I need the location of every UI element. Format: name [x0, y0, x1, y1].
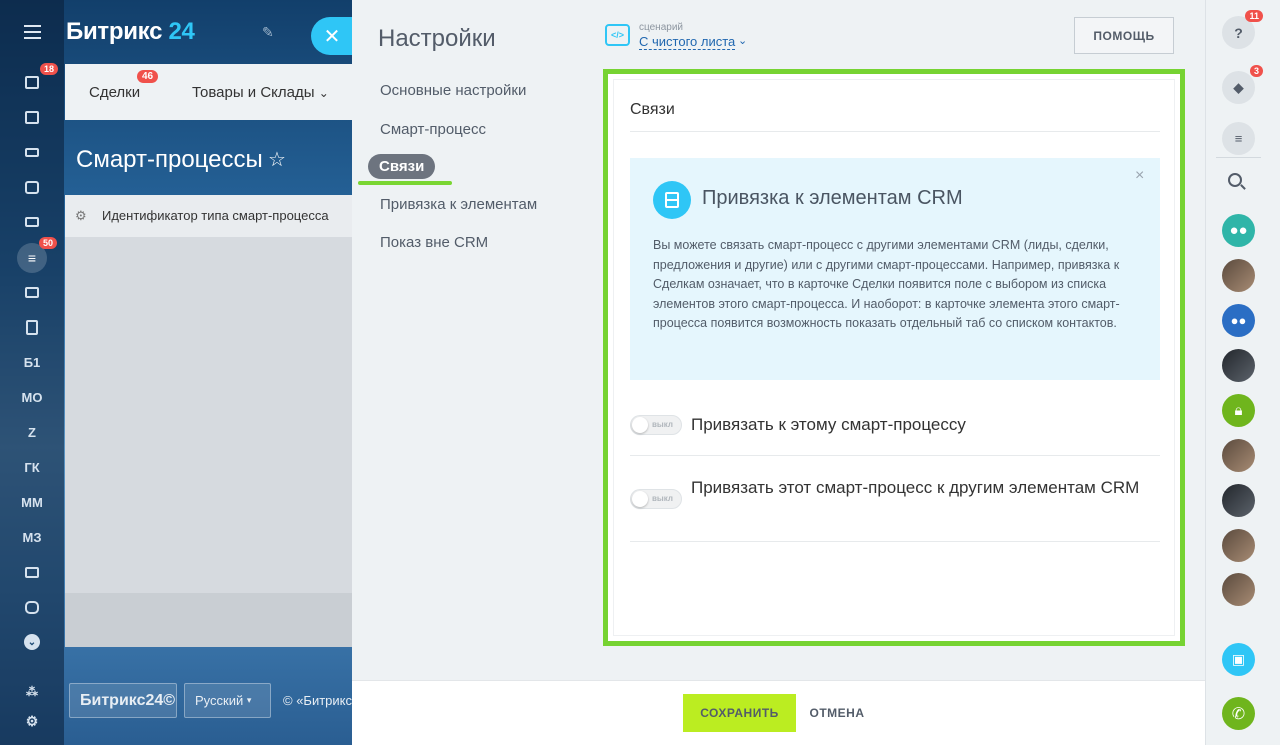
phone-transfer-icon[interactable]: ▣ — [1222, 643, 1255, 676]
group-chat-icon[interactable]: ●● — [1222, 214, 1255, 247]
help-button[interactable]: ПОМОЩЬ — [1074, 17, 1174, 54]
info-text: Вы можете связать смарт-процесс с другим… — [653, 238, 1120, 330]
rail-item-mm[interactable]: ММ — [16, 489, 48, 515]
chevron-down-icon: ⌄ — [738, 35, 748, 47]
favorite-star-icon[interactable]: ☆ — [268, 147, 286, 172]
footer-copyright: © «Битрикс» — [283, 693, 360, 708]
left-menu-rail: 18 ≡ 50 Б1 МО Z ГК ММ МЗ ⌄ ⁂ ⚙ — [0, 0, 64, 745]
grid-footer — [65, 593, 353, 647]
avatar[interactable] — [1222, 484, 1255, 517]
rail-item-mz[interactable]: МЗ — [16, 524, 48, 550]
menu-item-links-active[interactable]: Связи — [368, 154, 436, 179]
avatar[interactable] — [1222, 259, 1255, 292]
grid-header: ⚙ Идентификатор типа смарт-процесса — [65, 195, 353, 237]
page-title: Смарт-процессы — [76, 146, 263, 173]
divider — [630, 541, 1160, 542]
crm-binding-icon — [653, 181, 691, 219]
menu-burger-icon[interactable] — [24, 25, 41, 39]
info-close-icon[interactable]: × — [1135, 167, 1144, 185]
mail-icon[interactable] — [16, 209, 48, 235]
smart-process-grid: ⚙ Идентификатор типа смарт-процесса — [65, 195, 353, 647]
cancel-button[interactable]: ОТМЕНА — [802, 694, 872, 732]
toggle-bind-to-others[interactable]: выкл — [630, 489, 682, 509]
notifications-bell-icon[interactable]: ◆ 3 — [1222, 65, 1263, 104]
scenario-label: сценарий — [639, 22, 683, 33]
nav-item-products[interactable]: Товары и Склады ⌄ — [192, 84, 329, 101]
grid-settings-gear-icon[interactable]: ⚙ — [75, 208, 87, 224]
search-icon[interactable] — [1228, 173, 1242, 187]
sitemap-icon[interactable]: ⁂ — [16, 679, 48, 705]
links-card: Связи Привязка к элементам CRM × Вы може… — [613, 79, 1175, 636]
menu-item-smart-process[interactable]: Смарт-процесс — [380, 121, 486, 138]
settings-slider: Настройки Основные настройки Смарт-проце… — [352, 0, 1205, 745]
live-feed-icon[interactable]: ≡ — [1222, 122, 1255, 155]
slider-title: Настройки — [378, 25, 496, 52]
crm-top-navigation: Сделки 46 Товары и Склады ⌄ — [65, 64, 353, 120]
document-icon[interactable] — [16, 314, 48, 340]
lock-icon[interactable]: 🔒︎ — [1222, 394, 1255, 427]
avatar[interactable] — [1222, 349, 1255, 382]
divider — [630, 455, 1160, 456]
bitrix24-logo[interactable]: Битрикс 24 — [66, 18, 195, 46]
scenario-value[interactable]: С чистого листа — [639, 34, 736, 50]
help-question-icon[interactable]: ? 11 — [1222, 10, 1263, 49]
avatar[interactable] — [1222, 573, 1255, 606]
rail-item-b1[interactable]: Б1 — [16, 349, 48, 375]
menu-item-binding[interactable]: Привязка к элементам — [380, 196, 537, 213]
tasks-icon[interactable]: 18 — [16, 63, 58, 95]
info-block: Привязка к элементам CRM × Вы можете свя… — [630, 158, 1160, 380]
grid-column-header[interactable]: Идентификатор типа смарт-процесса — [102, 208, 329, 223]
store-icon[interactable] — [16, 559, 48, 585]
active-menu-highlight — [358, 181, 452, 185]
contacts-card-icon[interactable] — [16, 279, 48, 305]
avatar[interactable] — [1222, 439, 1255, 472]
crm-filter-icon[interactable]: ≡ 50 — [17, 237, 57, 273]
card-title: Связи — [630, 101, 675, 118]
avatar[interactable] — [1222, 529, 1255, 562]
links-card-highlight: Связи Привязка к элементам CRM × Вы може… — [603, 69, 1185, 646]
code-icon: </> — [605, 24, 630, 46]
right-rail: ? 11 ◆ 3 ≡ ●● ●● 🔒︎ ▣ ✆ — [1205, 0, 1280, 745]
language-select[interactable]: Русский ▾ — [184, 683, 271, 718]
chevron-down-icon: ⌄ — [318, 86, 329, 100]
info-title: Привязка к элементам CRM — [702, 187, 963, 209]
chat-icon[interactable] — [16, 174, 48, 200]
close-icon: ✕ — [323, 25, 341, 48]
option-label-bind-to-this: Привязать к этому смарт-процессу — [691, 415, 966, 434]
footer-brand: Битрикс24© — [69, 683, 177, 718]
drive-icon[interactable] — [16, 139, 48, 165]
menu-item-outside-crm[interactable]: Показ вне CRM — [380, 234, 488, 251]
divider — [630, 131, 1160, 132]
nav-item-deals[interactable]: Сделки 46 — [89, 70, 159, 101]
toggle-bind-to-this[interactable]: выкл — [630, 415, 682, 435]
robot-icon[interactable] — [16, 594, 48, 620]
menu-item-general-settings[interactable]: Основные настройки — [380, 82, 526, 99]
tasks-badge: 18 — [39, 63, 58, 75]
rail-item-mo[interactable]: МО — [16, 384, 48, 410]
edit-pencil-icon[interactable]: ✎ — [262, 24, 274, 41]
deals-badge: 46 — [137, 70, 159, 83]
notifications-badge: 3 — [1249, 65, 1263, 77]
divider — [1216, 157, 1261, 158]
more-chevron-icon[interactable]: ⌄ — [16, 629, 48, 655]
slider-close-button[interactable]: ✕ — [311, 17, 357, 55]
slider-footer: СОХРАНИТЬ ОТМЕНА — [352, 680, 1205, 745]
open-lines-icon[interactable]: ●● — [1222, 304, 1255, 337]
phone-call-icon[interactable]: ✆ — [1222, 697, 1255, 730]
rail-item-z[interactable]: Z — [16, 419, 48, 445]
help-badge: 11 — [1245, 10, 1263, 22]
save-button[interactable]: СОХРАНИТЬ — [683, 694, 796, 732]
filter-badge: 50 — [38, 237, 57, 249]
option-label-bind-to-others: Привязать этот смарт-процесс к другим эл… — [691, 478, 1140, 497]
calendar-icon[interactable] — [16, 104, 48, 130]
settings-gear-icon[interactable]: ⚙ — [16, 708, 48, 734]
rail-item-gk[interactable]: ГК — [16, 454, 48, 480]
